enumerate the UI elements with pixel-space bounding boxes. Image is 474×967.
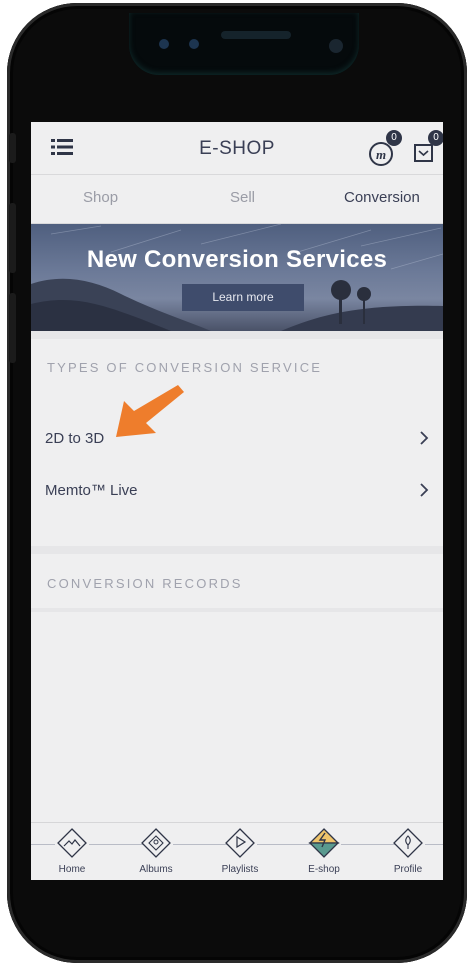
memto-count-badge: 0 (386, 130, 402, 146)
bottom-tab-bar: Home Albums Playlists E-shop Profile (31, 822, 443, 880)
mute-switch (9, 133, 16, 163)
tab-label: Home (58, 864, 86, 875)
records-section-label: CONVERSION RECORDS (47, 576, 243, 591)
cart-button[interactable]: 0 (413, 130, 443, 168)
volume-down-button (9, 293, 16, 363)
albums-icon (141, 828, 171, 858)
tab-home[interactable]: Home (37, 827, 107, 879)
cart-count-badge: 0 (428, 130, 443, 146)
section-divider (31, 608, 443, 612)
profile-icon (393, 828, 423, 858)
list-item-2d-to-3d[interactable]: 2D to 3D (31, 420, 443, 460)
banner-title: New Conversion Services (86, 246, 388, 273)
tab-shop[interactable]: Shop (83, 189, 118, 206)
types-section-label: TYPES OF CONVERSION SERVICE (47, 360, 323, 375)
section-divider (31, 331, 443, 339)
svg-text:m: m (376, 147, 386, 162)
promo-banner[interactable]: New Conversion Services Learn more (31, 224, 443, 331)
play-icon (225, 828, 255, 858)
tab-profile[interactable]: Profile (373, 827, 443, 879)
list-item-label: Memto™ Live (45, 482, 138, 499)
learn-more-button[interactable]: Learn more (182, 284, 304, 311)
memto-credit-button[interactable]: m 0 (367, 130, 402, 168)
sensor-dot (159, 39, 169, 49)
tab-label: E-shop (308, 864, 340, 875)
tab-eshop[interactable]: E-shop (289, 827, 359, 879)
list-item-memto-live[interactable]: Memto™ Live (31, 472, 443, 512)
eshop-bolt-icon (308, 828, 340, 858)
top-bar: E-SHOP m 0 0 (31, 122, 443, 175)
tab-playlists[interactable]: Playlists (205, 827, 275, 879)
tab-conversion[interactable]: Conversion (344, 189, 420, 206)
list-item-label: 2D to 3D (45, 430, 105, 447)
app-screen: E-SHOP m 0 0 Shop Sell Conversion New Co… (31, 122, 443, 880)
notch (129, 13, 359, 75)
chevron-right-icon (420, 483, 429, 497)
volume-up-button (9, 203, 16, 273)
tab-label: Albums (139, 864, 173, 875)
banner-landscape-icon (31, 224, 443, 331)
tab-label: Profile (393, 864, 423, 875)
tab-albums[interactable]: Albums (121, 827, 191, 879)
section-divider (31, 546, 443, 554)
chevron-right-icon (420, 431, 429, 445)
tab-bar-top: Shop Sell Conversion (31, 175, 443, 224)
front-camera-icon (329, 39, 343, 53)
tab-label: Playlists (221, 864, 259, 875)
sensor-dot (189, 39, 199, 49)
orange-pointer-arrow-icon (116, 385, 184, 437)
speaker-grille (221, 31, 291, 39)
home-mountain-icon (57, 828, 87, 858)
tab-sell[interactable]: Sell (230, 189, 255, 206)
